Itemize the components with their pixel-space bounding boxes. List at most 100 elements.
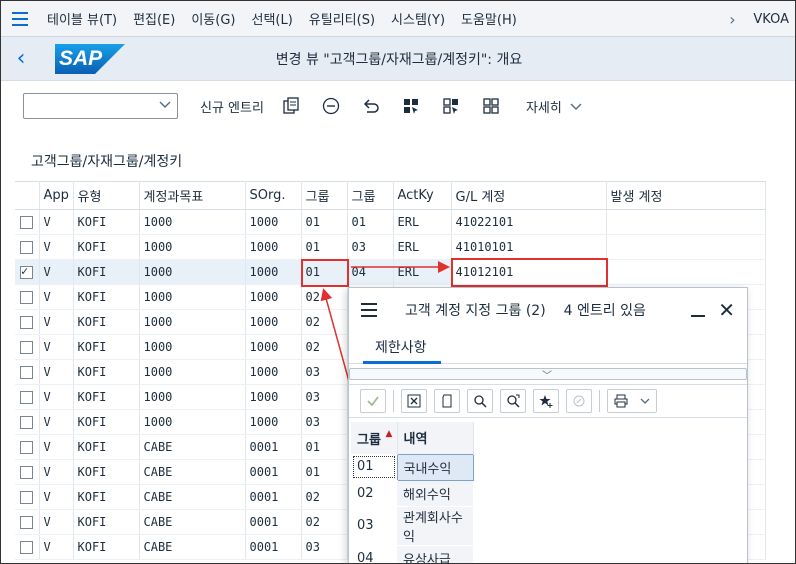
- details-menu[interactable]: 자세히: [526, 97, 582, 116]
- cell-group-code[interactable]: 02: [351, 480, 397, 507]
- value-help-row[interactable]: 01 국내수익: [351, 453, 474, 481]
- hamburger-menu-icon[interactable]: [1, 1, 39, 37]
- row-select-cell[interactable]: [15, 409, 40, 435]
- table-row[interactable]: VKOFI100010000104ERL41012101: [15, 259, 766, 285]
- column-header-group[interactable]: 그룹 ▲: [351, 422, 398, 454]
- favorite-add-icon[interactable]: [533, 389, 559, 413]
- column-header-app[interactable]: App: [39, 181, 74, 210]
- value-help-row[interactable]: 02 해외수익: [351, 480, 473, 507]
- menu-edit[interactable]: 편집(E): [125, 9, 183, 28]
- menu-select[interactable]: 선택(L): [243, 9, 300, 28]
- cell-gl-account[interactable]: 41022101: [451, 209, 607, 235]
- cell-accrual-account[interactable]: [606, 259, 766, 285]
- info-disabled-icon[interactable]: [566, 389, 592, 413]
- row-select-cell[interactable]: [15, 334, 40, 360]
- cell-group-code[interactable]: 03: [351, 506, 397, 546]
- cell-group-description[interactable]: 국내수익: [396, 453, 474, 481]
- row-select-cell[interactable]: [15, 384, 40, 410]
- cell-gl-account[interactable]: 41010101: [451, 234, 607, 260]
- print-menu[interactable]: [607, 389, 657, 413]
- menu-utilities[interactable]: 유틸리티(S): [301, 9, 383, 28]
- menu-table-view[interactable]: 테이블 뷰(T): [39, 9, 125, 28]
- row-select-cell[interactable]: [15, 309, 40, 335]
- row-checkbox[interactable]: [20, 441, 33, 454]
- cell-group-code[interactable]: 01: [351, 454, 397, 481]
- column-header-actky[interactable]: ActKy: [393, 181, 452, 210]
- menu-goto[interactable]: 이동(G): [183, 9, 243, 28]
- row-checkbox[interactable]: [20, 416, 33, 429]
- cell-sorg: 1000: [245, 209, 302, 235]
- row-select-cell[interactable]: [15, 434, 40, 460]
- value-help-row[interactable]: 04 유상사급: [351, 545, 473, 563]
- cell-group-description[interactable]: 관계회사수익: [397, 506, 473, 546]
- column-header-sorg[interactable]: SOrg.: [245, 181, 302, 210]
- system-id: VKOA: [753, 11, 789, 27]
- column-header-gl-account[interactable]: G/L 계정: [451, 181, 607, 210]
- close-icon[interactable]: ✕: [718, 298, 735, 322]
- chevron-right-icon[interactable]: ›: [717, 10, 747, 29]
- undo-icon[interactable]: [358, 93, 384, 119]
- tab-restrictions[interactable]: 제한사항: [349, 332, 747, 364]
- cell-material-group: 03: [347, 234, 394, 260]
- deselect-all-icon[interactable]: [478, 93, 504, 119]
- row-select-cell[interactable]: [15, 459, 40, 485]
- column-header-description[interactable]: 내역: [397, 422, 474, 454]
- new-entries-button[interactable]: 신규 엔트리: [200, 97, 264, 116]
- row-checkbox[interactable]: [20, 541, 33, 554]
- dialog-menu-icon[interactable]: [349, 303, 389, 317]
- row-select-cell[interactable]: [15, 209, 40, 235]
- row-checkbox[interactable]: [20, 516, 33, 529]
- cell-accrual-account[interactable]: [606, 234, 766, 260]
- search-icon[interactable]: [467, 389, 493, 413]
- row-select-cell[interactable]: [15, 509, 40, 535]
- cell-group-code[interactable]: 04: [351, 545, 397, 563]
- cell-sorg: 0001: [245, 434, 302, 460]
- command-combo[interactable]: [23, 93, 178, 119]
- row-checkbox[interactable]: [20, 216, 33, 229]
- row-checkbox[interactable]: [20, 316, 33, 329]
- row-select-cell[interactable]: [15, 259, 40, 285]
- table-row[interactable]: V KOFI 1000 1000 01 03 ERL 41010101: [15, 234, 766, 260]
- confirm-check-icon[interactable]: [360, 389, 386, 413]
- column-header-type[interactable]: 유형: [73, 181, 140, 210]
- delete-icon[interactable]: [318, 93, 344, 119]
- back-arrow-icon[interactable]: ‹: [1, 46, 41, 71]
- row-select-cell[interactable]: [15, 484, 40, 510]
- row-select-cell[interactable]: [15, 234, 40, 260]
- minimize-icon[interactable]: [691, 315, 705, 317]
- row-select-cell[interactable]: [15, 534, 40, 560]
- column-header-coa[interactable]: 계정과목표: [139, 181, 246, 210]
- row-checkbox[interactable]: [20, 291, 33, 304]
- collapse-restrictions-bar[interactable]: ﹀: [349, 368, 747, 382]
- row-checkbox[interactable]: [20, 341, 33, 354]
- select-column-header[interactable]: [15, 181, 40, 210]
- row-checkbox[interactable]: [20, 264, 33, 279]
- table-row[interactable]: V KOFI 1000 1000 01 01 ERL 41022101: [15, 209, 766, 235]
- row-checkbox[interactable]: [20, 491, 33, 504]
- cell-customer-group: 02: [301, 284, 348, 310]
- cell-accrual-account[interactable]: [606, 209, 766, 235]
- column-header-material-group[interactable]: 그룹: [347, 181, 394, 210]
- row-checkbox[interactable]: [20, 366, 33, 379]
- copy-as-icon[interactable]: [278, 93, 304, 119]
- copy-icon[interactable]: [434, 389, 460, 413]
- cell-group-description[interactable]: 해외수익: [397, 480, 473, 507]
- select-block-icon[interactable]: [438, 93, 464, 119]
- column-header-customer-group[interactable]: 그룹: [301, 181, 348, 210]
- row-checkbox[interactable]: [20, 466, 33, 479]
- cell-coa: 1000: [139, 384, 246, 410]
- row-select-cell[interactable]: [15, 284, 40, 310]
- cancel-box-icon[interactable]: [401, 389, 427, 413]
- menu-help[interactable]: 도움말(H): [453, 9, 525, 28]
- row-checkbox[interactable]: [20, 241, 33, 254]
- menu-system[interactable]: 시스템(Y): [383, 9, 453, 28]
- cell-group-description[interactable]: 유상사급: [397, 545, 473, 563]
- column-header-accrual-account[interactable]: 발생 계정: [606, 181, 766, 210]
- row-checkbox[interactable]: [20, 391, 33, 404]
- select-all-icon[interactable]: [398, 93, 424, 119]
- row-select-cell[interactable]: [15, 359, 40, 385]
- cell-app: V: [39, 259, 74, 285]
- cell-type: KOFI: [73, 209, 140, 235]
- search-next-icon[interactable]: [500, 389, 526, 413]
- value-help-row[interactable]: 03 관계회사수익: [351, 506, 473, 546]
